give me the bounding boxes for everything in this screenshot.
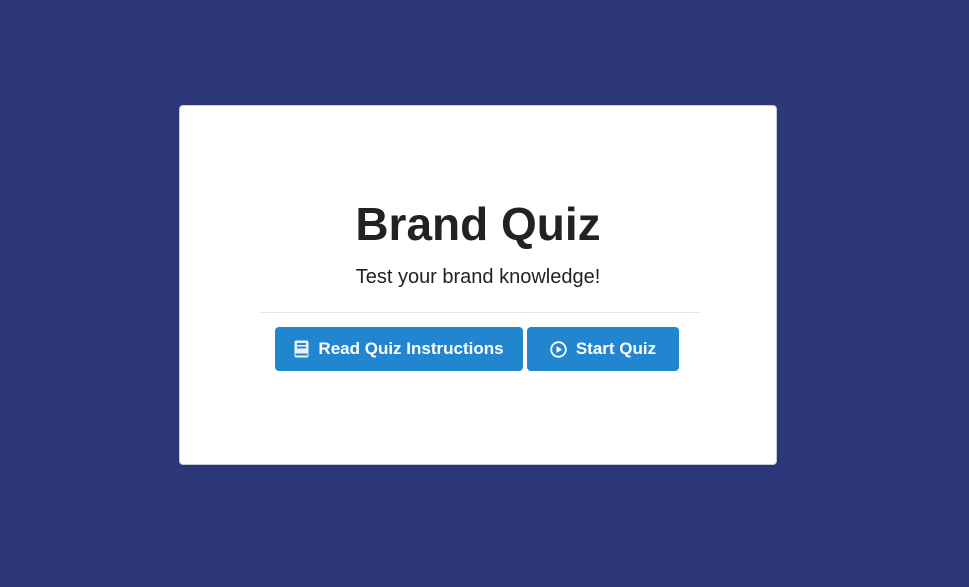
quiz-card: Brand Quiz Test your brand knowledge! Re… <box>179 105 777 465</box>
start-quiz-button[interactable]: Start Quiz <box>527 327 679 371</box>
quiz-subtitle: Test your brand knowledge! <box>355 266 601 288</box>
quiz-title: Brand Quiz <box>355 198 601 250</box>
play-circle-icon <box>550 340 567 358</box>
start-quiz-label: Start Quiz <box>575 339 657 358</box>
action-buttons: Read Quiz Instructions Start Quiz <box>275 327 679 371</box>
divider <box>260 312 700 313</box>
read-instructions-label: Read Quiz Instructions <box>318 339 504 358</box>
book-icon <box>294 340 309 358</box>
read-instructions-button[interactable]: Read Quiz Instructions <box>275 327 523 371</box>
